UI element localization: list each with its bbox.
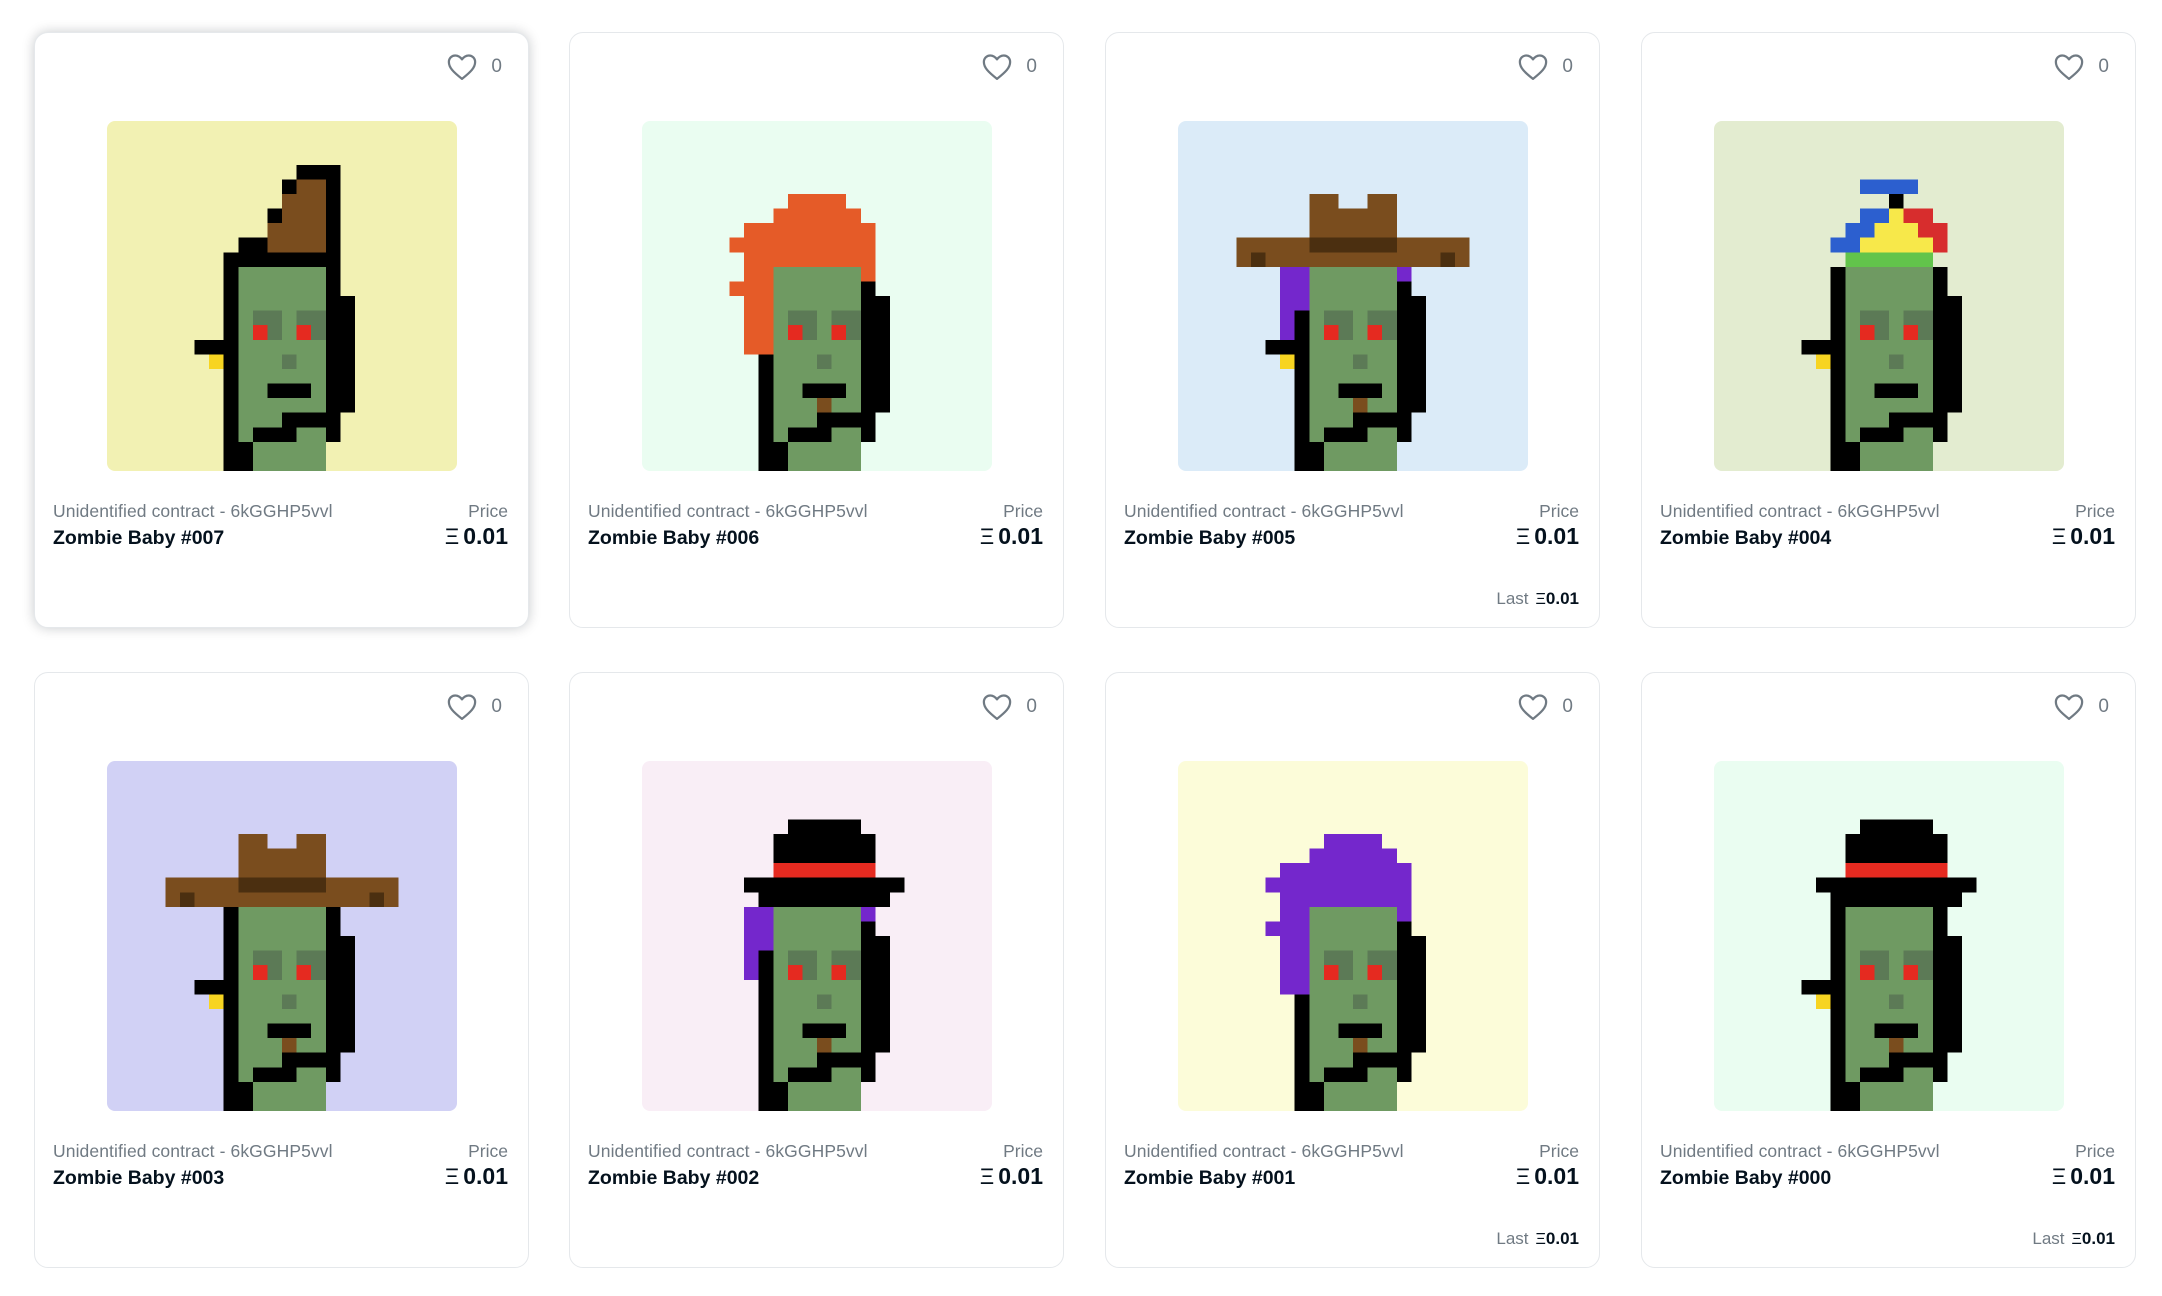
price-value: Ξ 0.01 <box>1515 1163 1579 1189</box>
price-value: Ξ 0.01 <box>2051 1163 2115 1189</box>
eth-icon: Ξ <box>444 1163 460 1189</box>
eth-icon: Ξ <box>2071 1231 2082 1248</box>
nft-card[interactable]: 0 Unidentified contract - 6kGGHP5vvl Zom… <box>1105 32 1600 628</box>
favorite-button[interactable]: 0 <box>982 53 1037 81</box>
collection-name[interactable]: Unidentified contract - 6kGGHP5vvl <box>1660 501 1940 522</box>
price-label: Price <box>1003 1141 1043 1161</box>
eth-icon: Ξ <box>444 523 460 549</box>
eth-icon: Ξ <box>2051 1163 2067 1189</box>
eth-icon: Ξ <box>1515 523 1531 549</box>
last-sale-value: 0.01 <box>1545 1229 1579 1248</box>
price-label: Price <box>468 1141 508 1161</box>
eth-icon: Ξ <box>979 523 995 549</box>
heart-icon[interactable] <box>982 693 1012 721</box>
collection-name[interactable]: Unidentified contract - 6kGGHP5vvl <box>1660 1141 1940 1162</box>
heart-icon[interactable] <box>1518 53 1548 81</box>
collection-name[interactable]: Unidentified contract - 6kGGHP5vvl <box>588 501 868 522</box>
favorite-button[interactable]: 0 <box>447 53 502 81</box>
asset-name[interactable]: Zombie Baby #007 <box>53 527 224 550</box>
favorite-count: 0 <box>2098 696 2109 717</box>
asset-name[interactable]: Zombie Baby #000 <box>1660 1167 1831 1190</box>
price-label: Price <box>1539 1141 1579 1161</box>
favorite-button[interactable]: 0 <box>2054 53 2109 81</box>
nft-image[interactable] <box>642 121 992 471</box>
nft-image[interactable] <box>1178 761 1528 1111</box>
nft-image[interactable] <box>107 121 457 471</box>
collection-name[interactable]: Unidentified contract - 6kGGHP5vvl <box>53 1141 333 1162</box>
favorite-button[interactable]: 0 <box>1518 53 1573 81</box>
favorite-count: 0 <box>2098 56 2109 77</box>
nft-card[interactable]: 0 Unidentified contract - 6kGGHP5vvl Zom… <box>1641 672 2136 1268</box>
nft-image[interactable] <box>1178 121 1528 471</box>
asset-name[interactable]: Zombie Baby #004 <box>1660 527 1831 550</box>
heart-icon[interactable] <box>447 53 477 81</box>
heart-icon[interactable] <box>447 693 477 721</box>
collection-name[interactable]: Unidentified contract - 6kGGHP5vvl <box>1124 1141 1404 1162</box>
favorite-count: 0 <box>1562 696 1573 717</box>
last-sale-value: 0.01 <box>2081 1229 2115 1248</box>
price-label: Price <box>1003 501 1043 521</box>
nft-card[interactable]: 0 Unidentified contract - 6kGGHP5vvl Zom… <box>1641 32 2136 628</box>
price-value: Ξ 0.01 <box>2051 523 2115 549</box>
nft-card[interactable]: 0 Unidentified contract - 6kGGHP5vvl Zom… <box>569 672 1064 1268</box>
price-label: Price <box>1539 501 1579 521</box>
nft-card[interactable]: 0 Unidentified contract - 6kGGHP5vvl Zom… <box>34 32 529 628</box>
asset-name[interactable]: Zombie Baby #001 <box>1124 1167 1295 1190</box>
nft-image[interactable] <box>642 761 992 1111</box>
price-value: Ξ 0.01 <box>979 1163 1043 1189</box>
favorite-button[interactable]: 0 <box>1518 693 1573 721</box>
asset-name[interactable]: Zombie Baby #006 <box>588 527 759 550</box>
collection-name[interactable]: Unidentified contract - 6kGGHP5vvl <box>53 501 333 522</box>
asset-name[interactable]: Zombie Baby #002 <box>588 1167 759 1190</box>
favorite-button[interactable]: 0 <box>2054 693 2109 721</box>
favorite-count: 0 <box>491 56 502 77</box>
price-label: Price <box>2075 501 2115 521</box>
eth-icon: Ξ <box>1535 1231 1546 1248</box>
favorite-count: 0 <box>491 696 502 717</box>
price-value: Ξ 0.01 <box>979 523 1043 549</box>
heart-icon[interactable] <box>2054 693 2084 721</box>
last-sale: Last Ξ0.01 <box>2032 1229 2115 1249</box>
price-value: Ξ 0.01 <box>1515 523 1579 549</box>
asset-name[interactable]: Zombie Baby #005 <box>1124 527 1295 550</box>
nft-card[interactable]: 0 Unidentified contract - 6kGGHP5vvl Zom… <box>569 32 1064 628</box>
eth-icon: Ξ <box>979 1163 995 1189</box>
last-sale-label: Last <box>2032 1229 2065 1248</box>
eth-icon: Ξ <box>1535 591 1546 608</box>
heart-icon[interactable] <box>2054 53 2084 81</box>
favorite-button[interactable]: 0 <box>447 693 502 721</box>
price-label: Price <box>468 501 508 521</box>
asset-name[interactable]: Zombie Baby #003 <box>53 1167 224 1190</box>
nft-card[interactable]: 0 Unidentified contract - 6kGGHP5vvl Zom… <box>34 672 529 1268</box>
favorite-count: 0 <box>1026 696 1037 717</box>
last-sale: Last Ξ0.01 <box>1496 1229 1579 1249</box>
collection-name[interactable]: Unidentified contract - 6kGGHP5vvl <box>588 1141 868 1162</box>
nft-card[interactable]: 0 Unidentified contract - 6kGGHP5vvl Zom… <box>1105 672 1600 1268</box>
favorite-count: 0 <box>1562 56 1573 77</box>
nft-image[interactable] <box>1714 761 2064 1111</box>
eth-icon: Ξ <box>2051 523 2067 549</box>
last-sale-value: 0.01 <box>1545 589 1579 608</box>
price-value: Ξ 0.01 <box>444 523 508 549</box>
last-sale-label: Last <box>1496 1229 1529 1248</box>
asset-grid: 0 Unidentified contract - 6kGGHP5vvl Zom… <box>0 0 2162 1296</box>
favorite-button[interactable]: 0 <box>982 693 1037 721</box>
last-sale-label: Last <box>1496 589 1529 608</box>
last-sale: Last Ξ0.01 <box>1496 589 1579 609</box>
heart-icon[interactable] <box>982 53 1012 81</box>
collection-name[interactable]: Unidentified contract - 6kGGHP5vvl <box>1124 501 1404 522</box>
heart-icon[interactable] <box>1518 693 1548 721</box>
price-value: Ξ 0.01 <box>444 1163 508 1189</box>
price-label: Price <box>2075 1141 2115 1161</box>
nft-image[interactable] <box>1714 121 2064 471</box>
nft-image[interactable] <box>107 761 457 1111</box>
favorite-count: 0 <box>1026 56 1037 77</box>
eth-icon: Ξ <box>1515 1163 1531 1189</box>
